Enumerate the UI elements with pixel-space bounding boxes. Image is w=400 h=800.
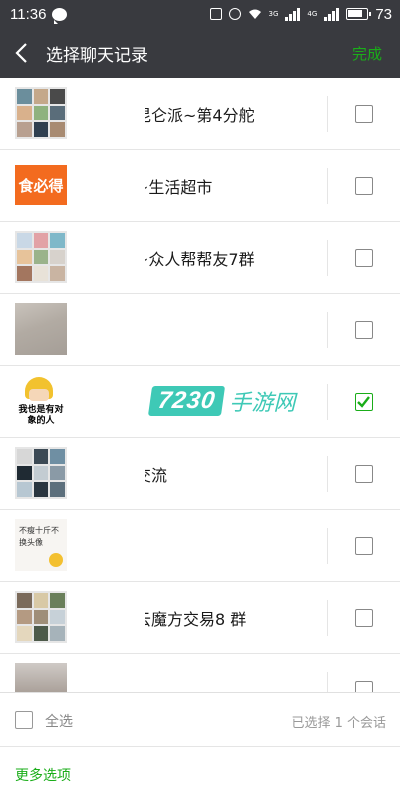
divider <box>327 456 328 492</box>
avatar-column <box>0 438 145 509</box>
avatar-column <box>0 582 145 653</box>
note-avatar: 不瘦十斤不换头像 <box>15 519 67 571</box>
page-title: 选择聊天记录 <box>46 45 148 66</box>
status-bar: 11:36 3G 4G 73 <box>0 0 400 28</box>
avatar-column <box>0 222 145 293</box>
checkmark-icon <box>357 396 370 408</box>
photo-avatar <box>15 303 67 355</box>
portrait-avatar <box>15 663 67 692</box>
vibrate-icon <box>209 8 222 20</box>
brand-avatar: 食必得 <box>15 159 67 211</box>
avatar-column: 不瘦十斤不换头像 <box>0 510 145 581</box>
chat-checkbox[interactable] <box>355 105 373 123</box>
list-item[interactable]: 我也是有对象的人 <box>0 366 400 438</box>
chat-checkbox[interactable] <box>355 609 373 627</box>
signal-1-icon <box>285 7 301 21</box>
list-item[interactable] <box>0 294 400 366</box>
list-item[interactable]: 食必得 ~生活超市 <box>0 150 400 222</box>
signal-2-icon <box>324 7 340 21</box>
bottom-bar: 全选 已选择 1 个会话 更多选项 <box>0 692 400 800</box>
wifi-icon <box>248 8 262 20</box>
network-2-label: 4G <box>307 10 318 18</box>
list-item[interactable] <box>0 654 400 692</box>
divider <box>327 312 328 348</box>
avatar-column: 食必得 <box>0 150 145 221</box>
chat-list: 昆仑派~第4分舵 食必得 ~生活超市 ~众人帮帮友7群 我也是有对象的人 交流 … <box>0 78 400 692</box>
chat-name: 昆仑派~第4分舵 <box>135 106 255 125</box>
chat-checkbox[interactable] <box>355 465 373 483</box>
status-time: 11:36 <box>10 5 47 23</box>
group-avatar <box>15 591 67 643</box>
portrait-photo <box>15 663 67 692</box>
more-options-button[interactable]: 更多选项 <box>15 765 71 785</box>
select-all-row: 全选 已选择 1 个会话 <box>0 693 400 747</box>
message-notification-icon <box>52 7 68 24</box>
alarm-icon <box>228 8 241 20</box>
chat-checkbox[interactable] <box>355 681 373 692</box>
done-button[interactable]: 完成 <box>352 43 382 64</box>
chat-checkbox[interactable] <box>355 249 373 267</box>
chat-checkbox[interactable] <box>355 537 373 555</box>
status-icons: 3G 4G 73 <box>209 5 392 23</box>
divider <box>327 528 328 564</box>
list-item[interactable]: 交流 <box>0 438 400 510</box>
divider <box>327 96 328 132</box>
divider <box>327 240 328 276</box>
group-avatar <box>15 231 67 283</box>
chat-checkbox[interactable] <box>355 321 373 339</box>
divider <box>327 168 328 204</box>
avatar-caption: 我也是有对象的人 <box>18 405 64 426</box>
select-all-label[interactable]: 全选 <box>45 711 73 731</box>
title-bar: 选择聊天记录 完成 <box>0 28 400 78</box>
select-all-checkbox[interactable] <box>15 711 33 729</box>
divider <box>327 672 328 692</box>
face-icon <box>29 389 49 401</box>
back-button[interactable] <box>2 28 42 78</box>
avatar-column <box>0 78 145 149</box>
avatar-column <box>0 654 145 692</box>
battery-level: 73 <box>375 5 392 23</box>
avatar-column: 我也是有对象的人 <box>0 366 145 437</box>
divider <box>327 384 328 420</box>
list-item[interactable]: 不瘦十斤不换头像 <box>0 510 400 582</box>
chat-name: ~生活超市 <box>135 178 213 197</box>
list-item[interactable]: 昆仑派~第4分舵 <box>0 78 400 150</box>
avatar-column <box>0 294 145 365</box>
brand-logo: 食必得 <box>15 165 67 205</box>
list-item[interactable]: 云魔方交易8 群 <box>0 582 400 654</box>
meme-avatar: 我也是有对象的人 <box>15 375 67 427</box>
group-avatar <box>15 87 67 139</box>
chat-name: 云魔方交易8 群 <box>135 610 247 629</box>
group-avatar <box>15 447 67 499</box>
list-item[interactable]: ~众人帮帮友7群 <box>0 222 400 294</box>
chat-name: ~众人帮帮友7群 <box>135 250 255 269</box>
chevron-left-icon <box>15 43 27 63</box>
chat-checkbox[interactable] <box>355 393 373 411</box>
smiley-icon <box>49 553 63 567</box>
divider <box>327 600 328 636</box>
stone-photo <box>15 303 67 355</box>
selected-count: 已选择 1 个会话 <box>291 716 386 731</box>
battery-icon <box>346 8 372 20</box>
avatar-caption: 不瘦十斤不换头像 <box>19 526 59 547</box>
chat-checkbox[interactable] <box>355 177 373 195</box>
network-1-label: 3G <box>268 10 279 18</box>
